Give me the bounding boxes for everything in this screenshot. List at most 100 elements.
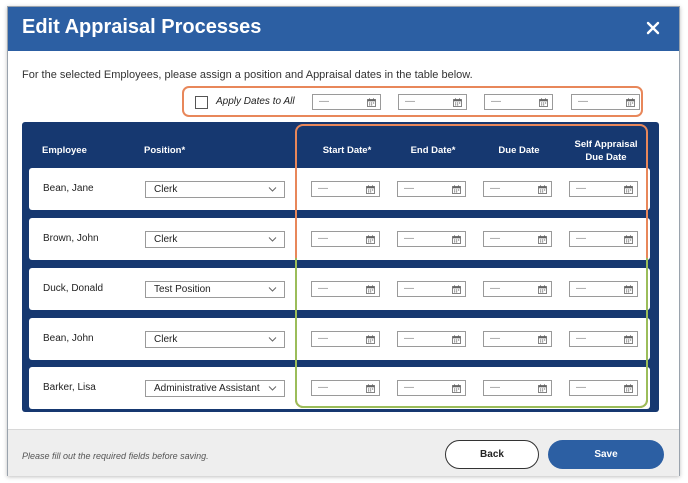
calendar-icon[interactable] bbox=[624, 384, 633, 393]
apply-due-date-field[interactable]: — bbox=[484, 94, 553, 110]
table-row: Barker, Lisa Administrative Assistant — — — — bbox=[29, 367, 650, 409]
calendar-icon[interactable] bbox=[452, 185, 461, 194]
date-placeholder: — bbox=[490, 233, 500, 244]
dialog-title: Edit Appraisal Processes bbox=[22, 16, 262, 38]
end-date-field[interactable]: — bbox=[397, 331, 466, 347]
dialog-titlebar: Edit Appraisal Processes bbox=[8, 7, 679, 51]
employee-name: Duck, Donald bbox=[43, 283, 104, 294]
employee-name: Brown, John bbox=[43, 233, 99, 244]
calendar-icon[interactable] bbox=[366, 285, 375, 294]
back-button[interactable]: Back bbox=[445, 440, 539, 469]
column-header-end-date: End Date* bbox=[410, 145, 456, 156]
date-placeholder: — bbox=[318, 183, 328, 194]
calendar-icon[interactable] bbox=[624, 335, 633, 344]
self-appraisal-due-date-field[interactable]: — bbox=[569, 331, 638, 347]
position-value: Clerk bbox=[154, 334, 178, 345]
close-icon[interactable] bbox=[645, 20, 661, 36]
dialog-footer: Please fill out the required fields befo… bbox=[8, 429, 679, 476]
apply-dates-checkbox[interactable] bbox=[195, 96, 208, 109]
calendar-icon[interactable] bbox=[366, 235, 375, 244]
calendar-icon[interactable] bbox=[538, 285, 547, 294]
apply-start-date-field[interactable]: — bbox=[312, 94, 381, 110]
chevron-down-icon bbox=[268, 187, 277, 192]
column-header-due-date: Due Date bbox=[498, 145, 540, 156]
calendar-icon[interactable] bbox=[452, 384, 461, 393]
employee-name: Bean, John bbox=[43, 333, 94, 344]
position-select[interactable]: Clerk bbox=[145, 231, 285, 248]
calendar-icon[interactable] bbox=[453, 98, 462, 107]
column-header-self-appraisal-due-date: Self Appraisal Due Date bbox=[558, 138, 654, 164]
self-appraisal-due-date-field[interactable]: — bbox=[569, 281, 638, 297]
date-placeholder: — bbox=[318, 233, 328, 244]
calendar-icon[interactable] bbox=[538, 335, 547, 344]
apply-end-date-field[interactable]: — bbox=[398, 94, 467, 110]
calendar-icon[interactable] bbox=[452, 285, 461, 294]
date-placeholder: — bbox=[491, 96, 501, 107]
calendar-icon[interactable] bbox=[452, 235, 461, 244]
calendar-icon[interactable] bbox=[538, 235, 547, 244]
end-date-field[interactable]: — bbox=[397, 231, 466, 247]
calendar-icon[interactable] bbox=[626, 98, 635, 107]
end-date-field[interactable]: — bbox=[397, 380, 466, 396]
end-date-field[interactable]: — bbox=[397, 281, 466, 297]
save-button[interactable]: Save bbox=[548, 440, 664, 469]
calendar-icon[interactable] bbox=[624, 185, 633, 194]
calendar-icon[interactable] bbox=[366, 335, 375, 344]
calendar-icon[interactable] bbox=[539, 98, 548, 107]
date-placeholder: — bbox=[318, 382, 328, 393]
employee-name: Barker, Lisa bbox=[43, 382, 96, 393]
date-placeholder: — bbox=[490, 333, 500, 344]
apply-self-appraisal-due-date-field[interactable]: — bbox=[571, 94, 640, 110]
date-placeholder: — bbox=[404, 382, 414, 393]
self-appraisal-due-date-field[interactable]: — bbox=[569, 231, 638, 247]
date-placeholder: — bbox=[404, 283, 414, 294]
table-row: Duck, Donald Test Position — — — — bbox=[29, 268, 650, 310]
calendar-icon[interactable] bbox=[538, 185, 547, 194]
calendar-icon[interactable] bbox=[538, 384, 547, 393]
position-select[interactable]: Clerk bbox=[145, 331, 285, 348]
date-placeholder: — bbox=[576, 183, 586, 194]
date-placeholder: — bbox=[578, 96, 588, 107]
due-date-field[interactable]: — bbox=[483, 281, 552, 297]
position-select[interactable]: Test Position bbox=[145, 281, 285, 298]
position-select[interactable]: Clerk bbox=[145, 181, 285, 198]
date-placeholder: — bbox=[490, 183, 500, 194]
column-header-position: Position* bbox=[144, 145, 186, 156]
start-date-field[interactable]: — bbox=[311, 380, 380, 396]
self-appraisal-due-date-field[interactable]: — bbox=[569, 380, 638, 396]
start-date-field[interactable]: — bbox=[311, 181, 380, 197]
due-date-field[interactable]: — bbox=[483, 331, 552, 347]
date-placeholder: — bbox=[490, 283, 500, 294]
calendar-icon[interactable] bbox=[452, 335, 461, 344]
start-date-field[interactable]: — bbox=[311, 281, 380, 297]
start-date-field[interactable]: — bbox=[311, 331, 380, 347]
edit-appraisal-dialog: Edit Appraisal Processes For the selecte… bbox=[7, 6, 680, 476]
due-date-field[interactable]: — bbox=[483, 181, 552, 197]
apply-dates-row: Apply Dates to All — — — — bbox=[182, 86, 643, 117]
chevron-down-icon bbox=[268, 237, 277, 242]
date-placeholder: — bbox=[576, 283, 586, 294]
end-date-field[interactable]: — bbox=[397, 181, 466, 197]
position-value: Test Position bbox=[154, 284, 211, 295]
calendar-icon[interactable] bbox=[624, 235, 633, 244]
date-placeholder: — bbox=[319, 96, 329, 107]
calendar-icon[interactable] bbox=[366, 384, 375, 393]
start-date-field[interactable]: — bbox=[311, 231, 380, 247]
table-row: Brown, John Clerk — — — — bbox=[29, 218, 650, 260]
column-header-employee: Employee bbox=[42, 145, 87, 156]
position-select[interactable]: Administrative Assistant bbox=[145, 380, 285, 397]
self-appraisal-due-date-field[interactable]: — bbox=[569, 181, 638, 197]
calendar-icon[interactable] bbox=[366, 185, 375, 194]
due-date-field[interactable]: — bbox=[483, 231, 552, 247]
column-header-self-appraisal-line2: Due Date bbox=[585, 152, 627, 163]
chevron-down-icon bbox=[268, 287, 277, 292]
calendar-icon[interactable] bbox=[367, 98, 376, 107]
due-date-field[interactable]: — bbox=[483, 380, 552, 396]
calendar-icon[interactable] bbox=[624, 285, 633, 294]
date-placeholder: — bbox=[404, 183, 414, 194]
date-placeholder: — bbox=[490, 382, 500, 393]
chevron-down-icon bbox=[268, 337, 277, 342]
date-placeholder: — bbox=[404, 333, 414, 344]
instructions-text: For the selected Employees, please assig… bbox=[22, 69, 473, 81]
table-row: Bean, Jane Clerk — — — — bbox=[29, 168, 650, 210]
